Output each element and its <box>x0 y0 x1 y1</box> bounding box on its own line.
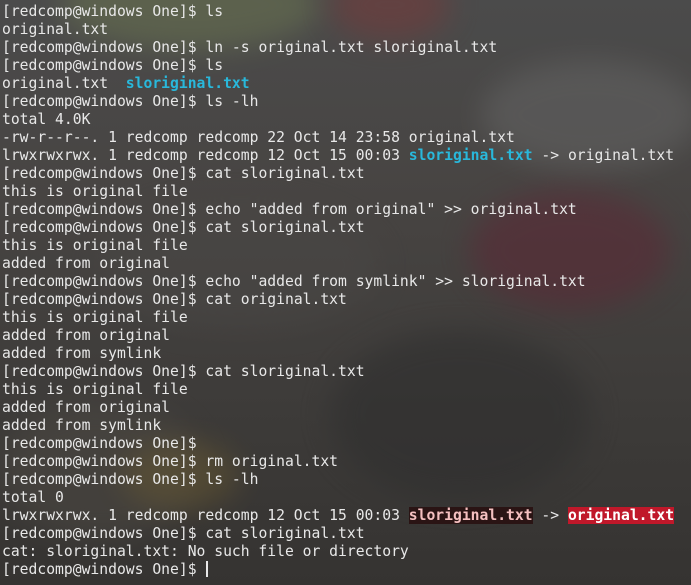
shell-prompt: [redcomp@windows One]$ <box>2 525 197 542</box>
output-line: this is original file <box>2 237 691 255</box>
command-line: [redcomp@windows One]$ cat sloriginal.tx… <box>2 525 691 543</box>
shell-prompt: [redcomp@windows One]$ <box>2 219 197 236</box>
command-line: [redcomp@windows One]$ ls -lh <box>2 471 691 489</box>
command-line: [redcomp@windows One]$ ls <box>2 3 691 21</box>
output-text: -rw-r--r--. 1 redcomp redcomp 22 Oct 14 … <box>2 129 515 146</box>
command-text: echo "added from original" >> original.t… <box>196 201 577 218</box>
shell-prompt: [redcomp@windows One]$ <box>2 39 197 56</box>
command-text: ls -lh <box>196 471 259 488</box>
output-line: original.txt sloriginal.txt <box>2 75 691 93</box>
terminal-output[interactable]: [redcomp@windows One]$ ls original.txt [re… <box>2 3 691 583</box>
broken-symlink-name: sloriginal.txt <box>408 507 533 524</box>
command-text: ln -s original.txt sloriginal.txt <box>196 39 498 56</box>
command-text: echo "added from symlink" >> sloriginal.… <box>196 273 586 290</box>
output-line: this is original file <box>2 309 691 327</box>
command-line: [redcomp@windows One]$ cat sloriginal.tx… <box>2 219 691 237</box>
output-line: cat: sloriginal.txt: No such file or dir… <box>2 543 691 561</box>
output-line: lrwxrwxrwx. 1 redcomp redcomp 12 Oct 15 … <box>2 507 691 525</box>
command-line: [redcomp@windows One]$ <box>2 561 691 579</box>
shell-prompt: [redcomp@windows One]$ <box>2 435 197 452</box>
command-line: [redcomp@windows One]$ <box>2 435 691 453</box>
command-text: cat sloriginal.txt <box>196 525 365 542</box>
link-target: original.txt <box>567 147 675 164</box>
file-metadata: lrwxrwxrwx. 1 redcomp redcomp 12 Oct 15 … <box>2 147 409 164</box>
shell-prompt: [redcomp@windows One]$ <box>2 57 197 74</box>
shell-prompt: [redcomp@windows One]$ <box>2 273 197 290</box>
output-line: total 4.0K <box>2 111 691 129</box>
output-text: total 4.0K <box>2 111 91 128</box>
output-text: this is original file <box>2 381 188 398</box>
shell-prompt: [redcomp@windows One]$ <box>2 3 197 20</box>
output-text: this is original file <box>2 183 188 200</box>
command-text: ls <box>196 57 224 74</box>
output-text: original.txt <box>2 21 109 38</box>
link-arrow: -> <box>532 507 568 524</box>
command-line: [redcomp@windows One]$ echo "added from … <box>2 273 691 291</box>
shell-prompt: [redcomp@windows One]$ <box>2 363 197 380</box>
command-text: rm original.txt <box>196 453 339 470</box>
shell-prompt: [redcomp@windows One]$ <box>2 291 197 308</box>
command-line: [redcomp@windows One]$ ln -s original.tx… <box>2 39 691 57</box>
command-text <box>197 435 206 452</box>
command-line: [redcomp@windows One]$ rm original.txt <box>2 453 691 471</box>
output-text: added from original <box>2 399 171 416</box>
file-name: original.txt <box>2 75 126 92</box>
output-line: added from original <box>2 399 691 417</box>
file-metadata: lrwxrwxrwx. 1 redcomp redcomp 12 Oct 15 … <box>2 507 409 524</box>
command-text: cat sloriginal.txt <box>196 165 365 182</box>
shell-prompt: [redcomp@windows One]$ <box>2 165 197 182</box>
command-text: ls -lh <box>196 93 259 110</box>
output-text: this is original file <box>2 237 188 254</box>
command-text: ls <box>196 3 224 20</box>
output-line: this is original file <box>2 183 691 201</box>
output-text: total 0 <box>2 489 64 506</box>
command-text: cat original.txt <box>196 291 347 308</box>
output-line: this is original file <box>2 381 691 399</box>
symlink-name: sloriginal.txt <box>408 147 533 164</box>
shell-prompt: [redcomp@windows One]$ <box>2 471 197 488</box>
output-line: total 0 <box>2 489 691 507</box>
output-line: -rw-r--r--. 1 redcomp redcomp 22 Oct 14 … <box>2 129 691 147</box>
command-line: [redcomp@windows One]$ ls <box>2 57 691 75</box>
output-text: added from original <box>2 255 171 272</box>
shell-prompt: [redcomp@windows One]$ <box>2 93 197 110</box>
missing-link-target: original.txt <box>567 507 675 524</box>
output-line: original.txt <box>2 21 691 39</box>
command-line: [redcomp@windows One]$ cat sloriginal.tx… <box>2 363 691 381</box>
text-cursor[interactable] <box>206 561 209 577</box>
command-line: [redcomp@windows One]$ echo "added from … <box>2 201 691 219</box>
output-line: added from symlink <box>2 345 691 363</box>
command-text <box>197 561 206 578</box>
command-line: [redcomp@windows One]$ cat original.txt <box>2 291 691 309</box>
output-text: added from symlink <box>2 417 162 434</box>
output-text: this is original file <box>2 309 188 326</box>
output-line: added from original <box>2 327 691 345</box>
output-line: added from original <box>2 255 691 273</box>
command-line: [redcomp@windows One]$ cat sloriginal.tx… <box>2 165 691 183</box>
command-line: [redcomp@windows One]$ ls -lh <box>2 93 691 111</box>
shell-prompt: [redcomp@windows One]$ <box>2 453 197 470</box>
output-text: cat: sloriginal.txt: No such file or dir… <box>2 543 409 560</box>
output-line: lrwxrwxrwx. 1 redcomp redcomp 12 Oct 15 … <box>2 147 691 165</box>
command-text: cat sloriginal.txt <box>196 219 365 236</box>
command-text: cat sloriginal.txt <box>196 363 365 380</box>
shell-prompt: [redcomp@windows One]$ <box>2 201 197 218</box>
output-text: added from original <box>2 327 171 344</box>
output-line: added from symlink <box>2 417 691 435</box>
shell-prompt: [redcomp@windows One]$ <box>2 561 197 578</box>
symlink-name: sloriginal.txt <box>125 75 250 92</box>
output-text: added from symlink <box>2 345 162 362</box>
link-arrow: -> <box>532 147 568 164</box>
